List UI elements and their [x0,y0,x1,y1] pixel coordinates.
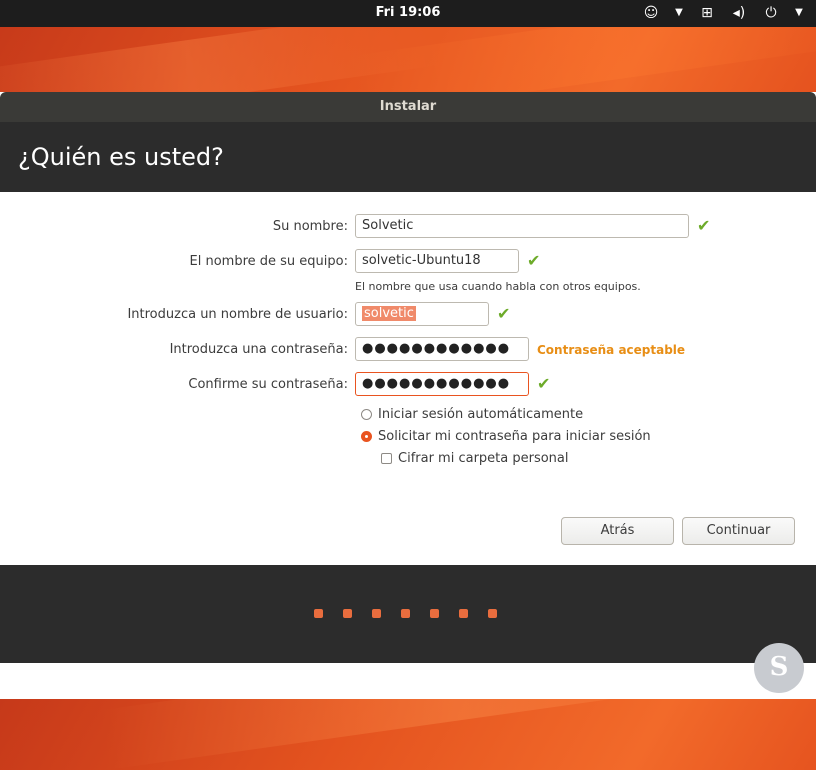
continue-button[interactable]: Continuar [682,517,795,545]
progress-indicator [314,609,497,618]
username-value: solvetic [362,306,416,321]
auto-login-option[interactable]: Iniciar sesión automáticamente [361,407,583,422]
user-form: Su nombre: Solvetic ✔ El nombre de su eq… [0,192,816,565]
confirm-password-field[interactable]: ●●●●●●●●●●●● [355,372,529,396]
confirm-password-value: ●●●●●●●●●●●● [362,376,511,391]
username-label: Introduzca un nombre de usuario: [127,307,348,322]
installer-footer [0,565,816,663]
progress-step [488,609,497,618]
username-field[interactable]: solvetic [355,302,489,326]
page-title: ¿Quién es usted? [0,122,816,192]
chevron-down-icon[interactable]: ▼ [794,4,804,22]
system-tray: ☺ ▼ ⊞ ◂) ⏻ ▼ [642,4,804,22]
volume-icon[interactable]: ◂) [730,4,748,22]
encrypt-home-option[interactable]: Cifrar mi carpeta personal [381,451,569,466]
window-title: Instalar [0,92,816,122]
confirm-label: Confirme su contraseña: [188,377,348,392]
name-field[interactable]: Solvetic [355,214,689,238]
encrypt-home-checkbox[interactable] [381,453,392,464]
password-value: ●●●●●●●●●●●● [362,341,511,356]
auto-login-radio[interactable] [361,409,372,420]
power-icon[interactable]: ⏻ [762,4,780,22]
name-label: Su nombre: [272,219,348,234]
network-icon[interactable]: ⊞ [698,4,716,22]
check-icon: ✔ [497,304,511,323]
check-icon: ✔ [537,374,551,393]
auto-login-label: Iniciar sesión automáticamente [378,407,584,422]
progress-step [401,609,410,618]
progress-step [372,609,381,618]
watermark-logo: S [754,643,804,693]
password-field[interactable]: ●●●●●●●●●●●● [355,337,529,361]
password-strength: Contraseña aceptable [537,343,686,357]
computer-name-hint: El nombre que usa cuando habla con otros… [355,280,641,293]
installer-window: Instalar ¿Quién es usted? Su nombre: Sol… [0,92,816,699]
progress-step [459,609,468,618]
computer-name-value: solvetic-Ubuntu18 [362,253,481,268]
require-password-radio[interactable] [361,431,372,442]
accessibility-icon[interactable]: ☺ [642,4,660,22]
check-icon: ✔ [697,216,711,235]
progress-step [314,609,323,618]
require-password-label: Solicitar mi contraseña para iniciar ses… [378,429,651,444]
computer-label: El nombre de su equipo: [189,254,348,269]
back-button[interactable]: Atrás [561,517,674,545]
encrypt-home-label: Cifrar mi carpeta personal [398,451,569,466]
progress-step [343,609,352,618]
require-password-option[interactable]: Solicitar mi contraseña para iniciar ses… [361,429,651,444]
check-icon: ✔ [527,251,541,270]
chevron-down-icon[interactable]: ▼ [674,4,684,22]
top-panel: Fri 19:06 ☺ ▼ ⊞ ◂) ⏻ ▼ [0,0,816,27]
progress-step [430,609,439,618]
computer-name-field[interactable]: solvetic-Ubuntu18 [355,249,519,273]
name-value: Solvetic [362,218,414,233]
password-label: Introduzca una contraseña: [169,342,348,357]
